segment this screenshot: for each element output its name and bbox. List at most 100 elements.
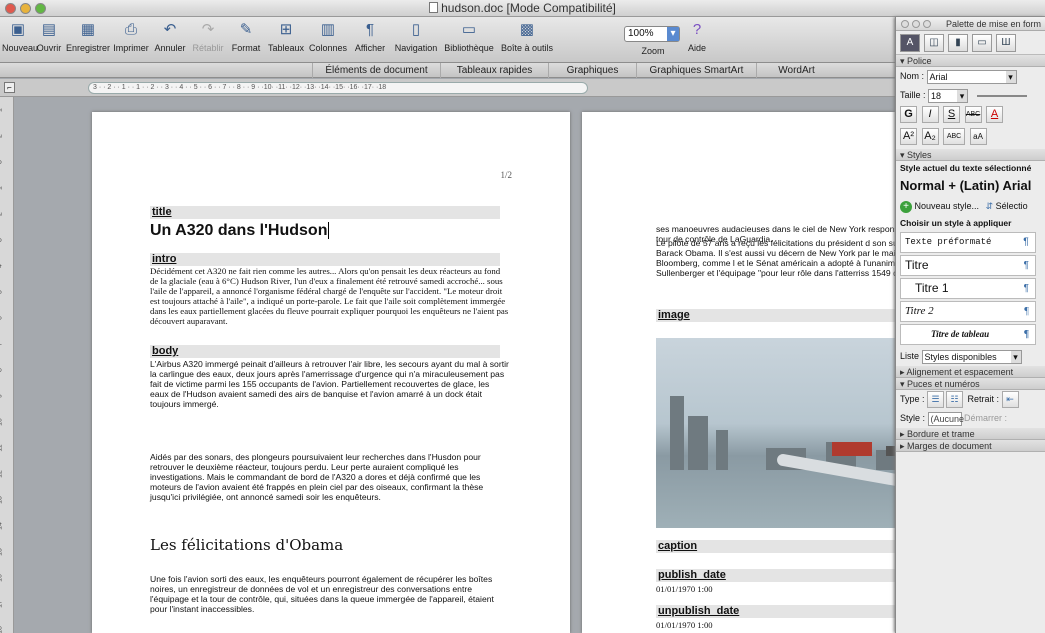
tab-stop-icon[interactable]: ⌐ bbox=[4, 82, 15, 93]
palette-close-icon[interactable] bbox=[901, 20, 909, 28]
window-title: hudson.doc [Mode Compatibilité] bbox=[441, 1, 616, 15]
tab-quick-tables[interactable]: Tableaux rapides bbox=[440, 63, 548, 78]
show-button[interactable]: ¶ Afficher bbox=[350, 21, 390, 61]
new-style-button[interactable]: + Nouveau style... bbox=[900, 200, 979, 213]
bold-button[interactable]: G bbox=[900, 106, 917, 124]
bullet-type-row: Type : ☰ ☷ Retrait : ⇤ bbox=[896, 390, 1045, 409]
print-button[interactable]: ⎙ Imprimer bbox=[112, 21, 150, 61]
chevron-down-icon: ▾ bbox=[1010, 350, 1021, 363]
chevron-down-icon: ▾ bbox=[957, 89, 968, 102]
unpublish-date-value[interactable]: 01/01/1970 1:00 bbox=[656, 620, 713, 630]
ruler-mark: 9 bbox=[0, 390, 13, 403]
library-button[interactable]: ▭ Bibliothèque bbox=[440, 21, 498, 61]
horizontal-ruler[interactable]: 3 · · 2 · · 1 · · 1 · · 2 · · 3 · · 4 · … bbox=[88, 82, 588, 94]
ruler-mark: 4 bbox=[0, 260, 13, 273]
alignment-section-header[interactable]: ▸ Alignement et espacement bbox=[896, 366, 1045, 378]
chevron-down-icon: ▾ bbox=[900, 379, 905, 389]
reference-tools-icon[interactable]: Ш bbox=[996, 34, 1016, 52]
list-filter-select[interactable]: Styles disponibles ▾ bbox=[921, 349, 1022, 364]
ruler-mark: 5 bbox=[0, 286, 13, 299]
minimize-window-icon[interactable] bbox=[20, 3, 31, 14]
intro-paragraph[interactable]: Décidément cet A320 ne fait rien comme l… bbox=[150, 266, 510, 327]
font-size-slider[interactable] bbox=[976, 94, 1027, 97]
columns-button[interactable]: ▥ Colonnes bbox=[308, 21, 348, 61]
change-case-button[interactable]: aA bbox=[969, 128, 987, 146]
ruler-mark: 18 bbox=[0, 626, 4, 633]
elements-ribbon: Éléments de document Tableaux rapides Gr… bbox=[0, 63, 1045, 78]
style-item-titre[interactable]: Titre ¶ bbox=[900, 255, 1036, 276]
save-button[interactable]: ▦ Enregistrer bbox=[66, 21, 110, 61]
superscript-button[interactable]: A² bbox=[900, 128, 917, 146]
window-titlebar: hudson.doc [Mode Compatibilité] bbox=[0, 0, 1045, 17]
help-button[interactable]: ? Aide bbox=[682, 21, 712, 61]
style-item-titre-2[interactable]: Titre 2 ¶ bbox=[900, 301, 1036, 322]
scrapbook-icon[interactable]: ▭ bbox=[972, 34, 992, 52]
palette-minimize-icon[interactable] bbox=[912, 20, 920, 28]
zoom-select[interactable]: 100% ▾ bbox=[624, 26, 680, 42]
redo-button[interactable]: ↷ Rétablir bbox=[190, 21, 226, 61]
vertical-ruler[interactable]: 12312345678910111213141516171819 bbox=[0, 97, 14, 633]
style-item-preformatted[interactable]: Texte préformaté ¶ bbox=[900, 232, 1036, 253]
close-window-icon[interactable] bbox=[5, 3, 16, 14]
bullet-list-icon[interactable]: ☰ bbox=[927, 391, 945, 409]
ruler-mark: 12 bbox=[0, 470, 4, 478]
new-button[interactable]: ▣ Nouveau bbox=[2, 21, 38, 61]
font-color-button[interactable]: A bbox=[986, 106, 1004, 124]
print-icon: ⎙ bbox=[124, 21, 137, 38]
underline-button[interactable]: S bbox=[943, 106, 961, 124]
bullets-section-header[interactable]: ▾ Puces et numéros bbox=[896, 378, 1045, 390]
navigation-icon: ▯ bbox=[411, 21, 421, 38]
text-cursor bbox=[328, 222, 330, 239]
styles-section-header[interactable]: ▾ Styles bbox=[896, 149, 1045, 161]
zoom-window-icon[interactable] bbox=[35, 3, 46, 14]
building-shape bbox=[716, 430, 728, 470]
formatting-tab-icon[interactable]: A bbox=[900, 34, 920, 52]
tab-wordart[interactable]: WordArt bbox=[756, 63, 836, 78]
ruler-mark: 3 bbox=[0, 234, 13, 247]
article-title[interactable]: Un A320 dans l'Hudson bbox=[150, 222, 330, 240]
subscript-button[interactable]: A₂ bbox=[921, 128, 939, 146]
body-paragraph-3[interactable]: Une fois l'avion sorti des eaux, les enq… bbox=[150, 574, 510, 614]
navigation-button[interactable]: ▯ Navigation bbox=[392, 21, 440, 61]
bullet-style-select[interactable]: (Aucune bbox=[927, 411, 964, 426]
tables-button[interactable]: ⊞ Tableaux bbox=[266, 21, 306, 61]
tab-document-elements[interactable]: Éléments de document bbox=[312, 63, 440, 78]
document-page-1: 1/2 title Un A320 dans l'Hudson intro Dé… bbox=[92, 112, 570, 633]
help-icon: ? bbox=[692, 21, 702, 38]
strikethrough-button[interactable]: ABC bbox=[964, 106, 982, 124]
chevron-down-icon: ▾ bbox=[1005, 70, 1016, 83]
palette-zoom-icon[interactable] bbox=[923, 20, 931, 28]
font-name-select[interactable]: Arial ▾ bbox=[926, 69, 1017, 84]
font-style-row: G I S ABC A bbox=[896, 105, 1045, 127]
small-caps-button[interactable]: ABC bbox=[943, 128, 966, 146]
palette-titlebar[interactable]: Palette de mise en form bbox=[896, 17, 1045, 31]
italic-button[interactable]: I bbox=[921, 106, 939, 124]
toolbox-button[interactable]: ▩ Boîte à outils bbox=[498, 21, 556, 61]
chevron-right-icon: ▸ bbox=[900, 441, 905, 451]
plus-icon: + bbox=[900, 200, 912, 213]
ruler-mark: 1 bbox=[0, 182, 13, 195]
select-all-button[interactable]: ⇵ Sélectio bbox=[986, 201, 1028, 211]
tab-smartart[interactable]: Graphiques SmartArt bbox=[636, 63, 756, 78]
bullet-style-row: Style : (Aucune Démarrer : bbox=[900, 411, 1008, 426]
boat-shape bbox=[832, 442, 872, 456]
section-heading[interactable]: Les félicitations d'Obama bbox=[150, 536, 343, 554]
body-paragraph-1[interactable]: L'Airbus A320 immergé peinait d'ailleurs… bbox=[150, 359, 510, 409]
style-item-titre-1[interactable]: Titre 1 ¶ bbox=[900, 278, 1036, 299]
ruler-mark: 11 bbox=[0, 444, 4, 452]
decrease-indent-icon[interactable]: ⇤ bbox=[1001, 391, 1019, 409]
font-size-select[interactable]: 18 ▾ bbox=[928, 88, 969, 103]
margins-section-header[interactable]: ▸ Marges de document bbox=[896, 440, 1045, 452]
open-button[interactable]: ▤ Ouvrir bbox=[34, 21, 64, 61]
style-item-table-title[interactable]: Titre de tableau ¶ bbox=[900, 324, 1036, 345]
object-palette-icon[interactable]: ◫ bbox=[924, 34, 944, 52]
border-section-header[interactable]: ▸ Bordure et trame bbox=[896, 428, 1045, 440]
citations-icon[interactable]: ▮ bbox=[948, 34, 968, 52]
tab-charts[interactable]: Graphiques bbox=[548, 63, 636, 78]
police-section-header[interactable]: ▾ Police bbox=[896, 55, 1045, 67]
format-button[interactable]: ✎ Format bbox=[228, 21, 264, 61]
undo-button[interactable]: ↶ Annuler bbox=[152, 21, 188, 61]
body-paragraph-2[interactable]: Aidés par des sonars, des plongeurs pour… bbox=[150, 452, 510, 502]
numbered-list-icon[interactable]: ☷ bbox=[946, 391, 964, 409]
publish-date-value[interactable]: 01/01/1970 1:00 bbox=[656, 584, 713, 594]
